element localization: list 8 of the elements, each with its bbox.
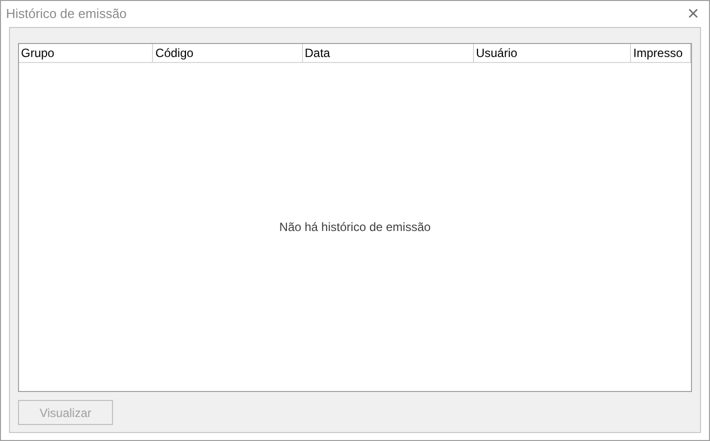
window-title: Histórico de emissão: [6, 5, 127, 24]
column-header[interactable]: Código: [153, 44, 303, 62]
close-button[interactable]: ×: [687, 4, 699, 24]
empty-message: Não há histórico de emissão: [279, 219, 431, 236]
column-header[interactable]: Grupo: [19, 44, 154, 62]
column-header[interactable]: Data: [302, 44, 474, 62]
column-header[interactable]: Impresso: [631, 44, 691, 62]
column-header[interactable]: Usuário: [474, 44, 632, 62]
